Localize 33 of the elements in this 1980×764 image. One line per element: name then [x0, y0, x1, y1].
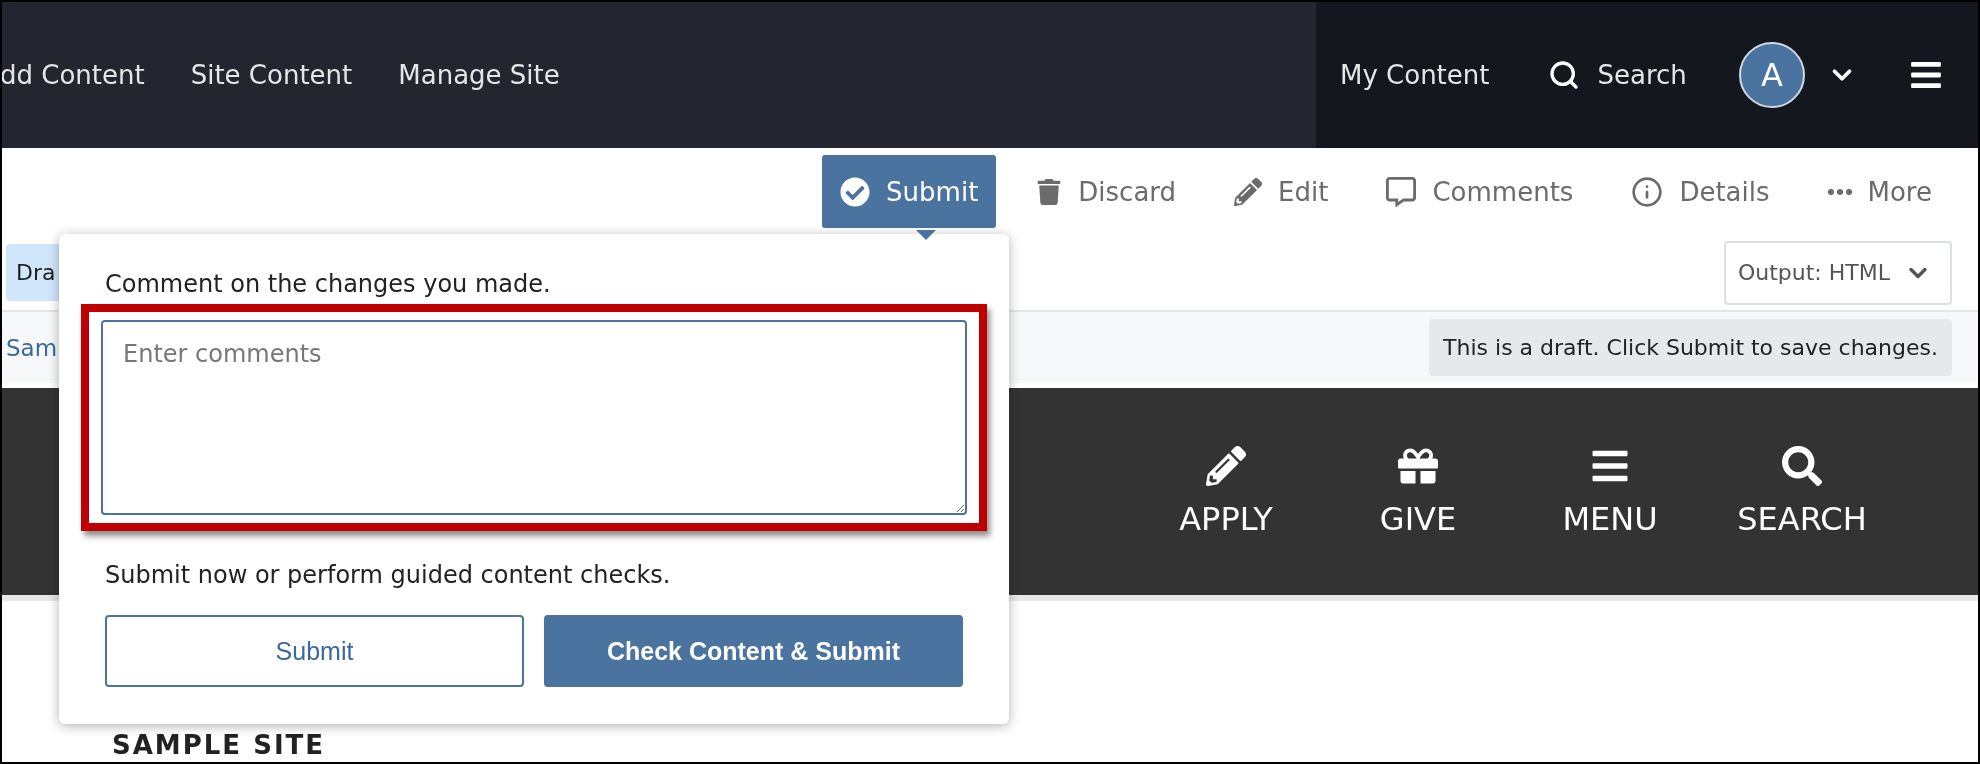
toolbar-button[interactable]: Comments [1368, 155, 1592, 228]
field-label: Comment on the changes you made. [105, 270, 552, 298]
nav-link[interactable]: My Content [1340, 60, 1490, 90]
toolbar-button[interactable]: More [1809, 155, 1950, 228]
comments-field[interactable]: Enter comments [101, 320, 967, 515]
site-title: SAMPLE SITE [112, 730, 327, 760]
user-avatar[interactable]: A [1738, 42, 1805, 108]
nav-link[interactable]: Manage Site [398, 60, 560, 90]
speech-bubble-icon [1386, 176, 1417, 207]
nav-link[interactable]: Site Content [190, 60, 353, 90]
ellipsis-icon [1827, 188, 1852, 195]
trash-icon [1036, 178, 1063, 205]
toolbar-button[interactable]: Details [1613, 155, 1788, 228]
search-link[interactable]: Search [1547, 59, 1687, 91]
output-select[interactable]: Output: HTML [1723, 240, 1952, 305]
info-icon [1631, 175, 1664, 208]
search-icon [1547, 59, 1580, 91]
site-nav-item[interactable]: SEARCH [1706, 445, 1898, 538]
site-nav-item[interactable]: APPLY [1130, 445, 1322, 538]
site-nav-item[interactable]: MENU [1514, 445, 1706, 538]
check-and-submit-button[interactable]: Check Content & Submit [544, 615, 963, 687]
pencil-icon [1206, 445, 1246, 486]
toolbar-button[interactable]: Submit [822, 155, 997, 228]
draft-notice: This is a draft. Click Submit to save changes. [1429, 319, 1952, 376]
toolbar-button[interactable]: Discard [1018, 155, 1195, 228]
search-icon [1782, 445, 1822, 486]
submit-button[interactable]: Submit [105, 615, 524, 687]
site-nav-item[interactable]: GIVE [1322, 445, 1514, 538]
hint-text: Submit now or perform guided content checks. [105, 561, 672, 589]
pencil-icon [1234, 177, 1263, 206]
toolbar-button[interactable]: Edit [1216, 155, 1347, 228]
nav-link[interactable]: dd Content [2, 60, 145, 90]
breadcrumb-link[interactable]: Sam [6, 334, 58, 361]
